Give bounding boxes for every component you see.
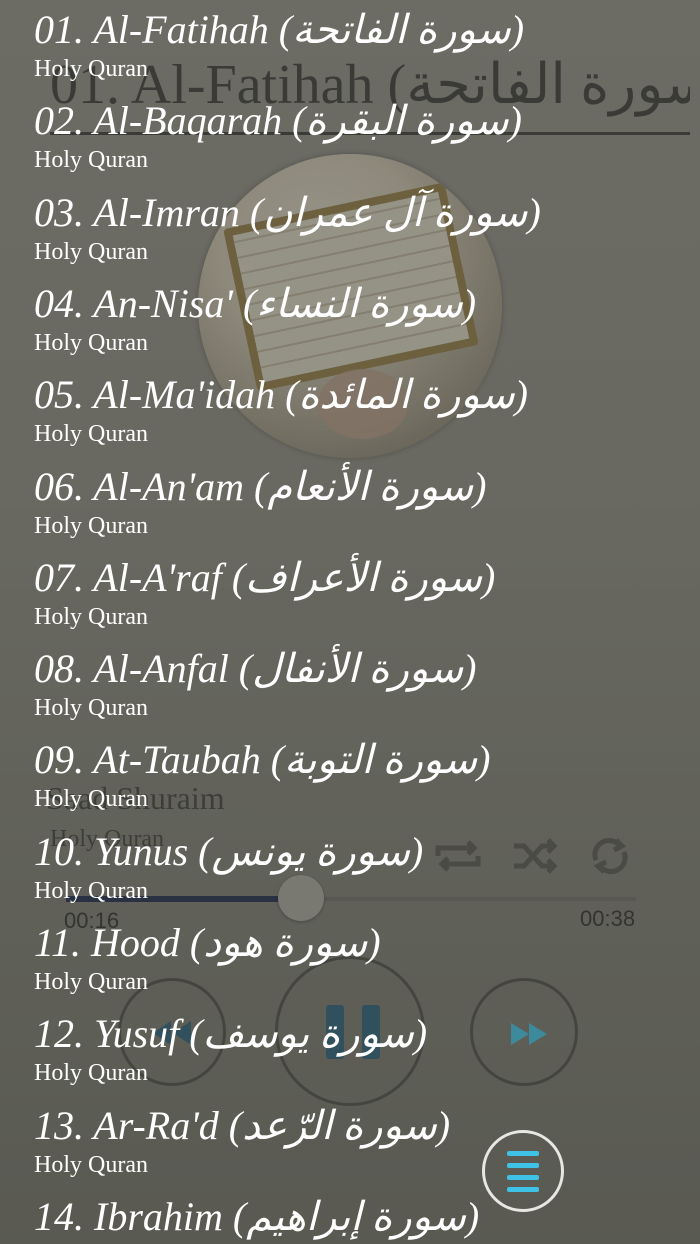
track-list-item[interactable]: 14. Ibrahim (سورة إبراهيم) [34, 1193, 674, 1239]
track-subtitle: Holy Quran [34, 56, 148, 82]
track-title: 13. Ar-Ra'd (سورة الرّعد) [34, 1102, 451, 1148]
track-list-item[interactable]: 10. Yunus (سورة يونس) Holy Quran [34, 828, 674, 906]
track-subtitle: Holy Quran [34, 1060, 148, 1087]
menu-button[interactable] [482, 1130, 564, 1212]
track-title: 06. Al-An'am (سورة الأنعام) [34, 463, 487, 509]
track-subtitle: Holy Quran [34, 695, 148, 722]
track-title: 09. At-Taubah (سورة التوبة) [34, 737, 491, 783]
track-list-item[interactable]: 06. Al-An'am (سورة الأنعام) Holy Quran [34, 463, 674, 541]
track-list-item[interactable]: 02. Al-Baqarah (سورة البقرة) Holy Quran [34, 99, 674, 175]
menu-icon [507, 1151, 539, 1192]
track-list-item[interactable]: 04. An-Nisa' (سورة النساء) Holy Quran [34, 280, 674, 358]
track-subtitle: Holy Quran [34, 1151, 148, 1178]
track-list-item[interactable]: 12. Yusuf (سورة يوسف) Holy Quran [34, 1012, 674, 1088]
track-list-item[interactable]: 03. Al-Imran (سورة آل عمران) Holy Quran [34, 189, 674, 267]
track-title: 05. Al-Ma'idah (سورة المائدة) [34, 372, 528, 418]
track-title: 12. Yusuf (سورة يوسف) [34, 1011, 428, 1057]
track-title: 01. Al-Fatihah (سورة الفاتحة) [34, 7, 525, 52]
track-title: 11. Hood (سورة هود) [34, 920, 381, 965]
track-list-item[interactable]: 13. Ar-Ra'd (سورة الرّعد) Holy Quran [34, 1102, 674, 1180]
track-title: 14. Ibrahim (سورة إبراهيم) [34, 1193, 480, 1239]
track-subtitle: Holy Quran [34, 603, 148, 630]
track-title: 10. Yunus (سورة يونس) [34, 828, 424, 874]
track-title: 07. Al-A'raf (سورة الأعراف) [34, 554, 496, 600]
track-subtitle: Holy Quran [34, 329, 148, 356]
track-subtitle: Holy Quran [34, 786, 148, 813]
track-title: 02. Al-Baqarah (سورة البقرة) [34, 98, 522, 144]
track-subtitle: Holy Quran [34, 877, 148, 904]
track-subtitle: Holy Quran [34, 421, 148, 448]
track-subtitle: Holy Quran [34, 147, 148, 174]
track-title: 08. Al-Anfal (سورة الأنفال) [34, 646, 477, 692]
track-list-item[interactable]: 05. Al-Ma'idah (سورة المائدة) Holy Quran [34, 373, 674, 449]
track-list-item[interactable]: 11. Hood (سورة هود) Holy Quran [34, 921, 674, 997]
track-list-item[interactable]: 08. Al-Anfal (سورة الأنفال) Holy Quran [34, 647, 674, 723]
track-list-item[interactable]: 09. At-Taubah (سورة التوبة) Holy Quran [34, 738, 674, 814]
track-title: 03. Al-Imran (سورة آل عمران) [34, 189, 541, 235]
track-subtitle: Holy Quran [34, 238, 148, 265]
track-subtitle: Holy Quran [34, 969, 148, 995]
track-subtitle: Holy Quran [34, 512, 148, 539]
track-list-item[interactable]: 01. Al-Fatihah (سورة الفاتحة) Holy Quran [34, 8, 674, 84]
track-title: 04. An-Nisa' (سورة النساء) [34, 280, 477, 326]
track-list-item[interactable]: 07. Al-A'raf (سورة الأعراف) Holy Quran [34, 554, 674, 632]
